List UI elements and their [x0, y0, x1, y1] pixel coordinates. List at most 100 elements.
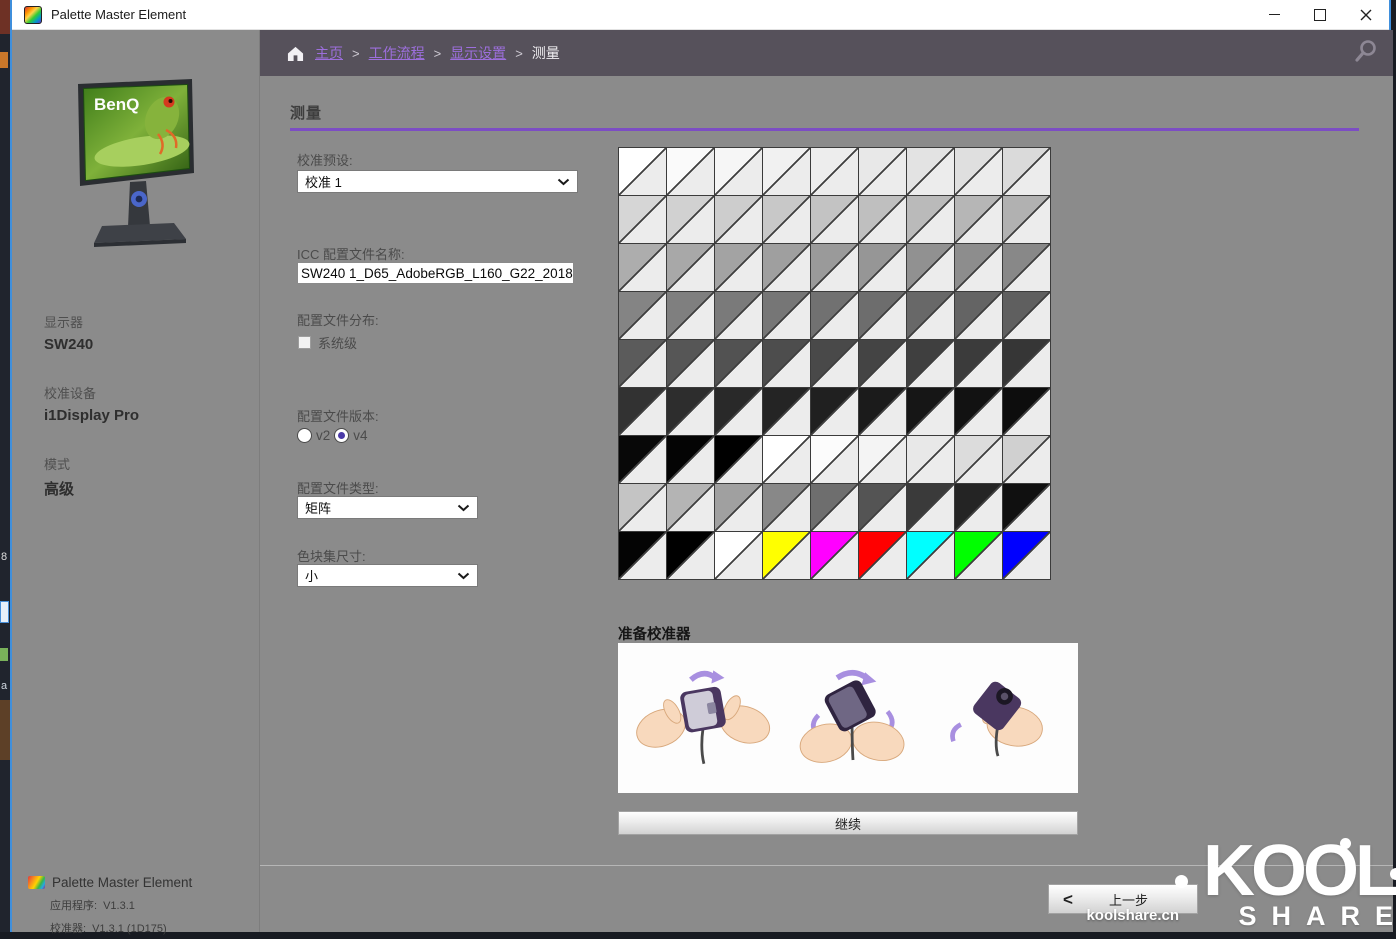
chevron-down-icon [457, 504, 470, 512]
footer-app-name: Palette Master Element [52, 875, 192, 890]
color-patch-39 [715, 340, 762, 387]
color-patch-1 [619, 148, 666, 195]
chevron-down-icon [557, 178, 570, 186]
color-patch-2 [667, 148, 714, 195]
color-patch-46 [619, 388, 666, 435]
color-patch-5 [811, 148, 858, 195]
minimize-button[interactable] [1251, 0, 1297, 29]
type-select[interactable]: 矩阵 [297, 496, 478, 519]
desktop-fragment [0, 52, 8, 68]
breadcrumb-separator: > [434, 46, 442, 61]
radio-group: v2v4 [297, 428, 372, 443]
color-patch-8 [955, 148, 1002, 195]
version-radio-v4[interactable] [334, 428, 349, 443]
desktop-fragment [0, 601, 9, 623]
chevron-down-icon [457, 572, 470, 580]
breadcrumb-separator: > [352, 46, 360, 61]
breadcrumb-link-1[interactable]: 主页 [315, 43, 343, 63]
preset-value: 校准 1 [305, 172, 342, 191]
app-icon [24, 6, 42, 24]
titlebar: Palette Master Element [12, 0, 1389, 30]
page-title: 测量 [290, 102, 322, 123]
color-patch-66 [715, 484, 762, 531]
color-patch-68 [811, 484, 858, 531]
calibrator-illustration-2 [783, 663, 923, 773]
calibrator-version-value: V1.3.1 (1D175) [92, 923, 167, 935]
color-patch-22 [763, 244, 810, 291]
patch-size-value: 小 [305, 566, 318, 585]
color-patch-33 [859, 292, 906, 339]
sidebar-field-value-1: SW240 [44, 336, 139, 353]
breadcrumb-current: 测量 [532, 43, 560, 63]
version-radio-label-v2: v2 [316, 428, 330, 443]
color-patch-12 [715, 196, 762, 243]
color-patch-72 [1003, 484, 1050, 531]
continue-button[interactable]: 继续 [618, 811, 1078, 835]
search-button[interactable] [1353, 38, 1379, 69]
home-icon[interactable] [286, 45, 305, 62]
back-button[interactable]: < 上一步 [1048, 884, 1198, 914]
calibrator-version-row: 校准器:V1.3.1 (1D175) [50, 920, 192, 936]
sidebar-fields: 显示器SW240校准设备i1Display Pro模式高级 [44, 312, 139, 499]
color-patch-63 [1003, 436, 1050, 483]
color-patch-44 [955, 340, 1002, 387]
color-patch-15 [859, 196, 906, 243]
color-patch-55 [619, 436, 666, 483]
monitor-product-image: BenQ [70, 76, 208, 256]
type-label: 配置文件类型: [297, 478, 379, 497]
color-patch-31 [763, 292, 810, 339]
sidebar-field-label-3: 模式 [44, 454, 139, 473]
color-patch-56 [667, 436, 714, 483]
breadcrumb-link-3[interactable]: 显示设置 [450, 43, 506, 63]
desktop-fragment [0, 0, 10, 34]
sidebar-field-value-2: i1Display Pro [44, 407, 139, 424]
preset-select[interactable]: 校准 1 [297, 170, 578, 193]
breadcrumb-link-2[interactable]: 工作流程 [369, 43, 425, 63]
color-patch-61 [907, 436, 954, 483]
color-patch-11 [667, 196, 714, 243]
patch-size-select[interactable]: 小 [297, 564, 478, 587]
color-patch-80 [955, 532, 1002, 579]
color-patch-4 [763, 148, 810, 195]
color-patch-58 [763, 436, 810, 483]
desktop-fragment [0, 648, 8, 661]
preset-label: 校准预设: [297, 150, 353, 169]
footer-divider [260, 865, 1393, 866]
color-patch-67 [763, 484, 810, 531]
window-title: Palette Master Element [51, 7, 186, 22]
maximize-button[interactable] [1297, 0, 1343, 29]
distribution-label: 配置文件分布: [297, 310, 379, 329]
color-patch-17 [955, 196, 1002, 243]
app-version-row: 应用程序:V1.3.1 [50, 897, 192, 913]
color-patch-36 [1003, 292, 1050, 339]
icc-name-input[interactable]: SW240 1_D65_AdobeRGB_L160_G22_2018 [297, 262, 574, 284]
color-patch-70 [907, 484, 954, 531]
system-level-label: 系统级 [318, 333, 357, 352]
back-button-label: 上一步 [1109, 890, 1148, 909]
color-patch-30 [715, 292, 762, 339]
version-radio-v2[interactable] [297, 428, 312, 443]
color-patch-50 [811, 388, 858, 435]
color-patch-16 [907, 196, 954, 243]
color-patch-29 [667, 292, 714, 339]
search-icon [1353, 38, 1379, 64]
title-rule [290, 128, 1359, 131]
color-patch-62 [955, 436, 1002, 483]
color-patch-7 [907, 148, 954, 195]
color-patch-6 [859, 148, 906, 195]
system-level-checkbox[interactable] [298, 336, 311, 349]
close-icon [1360, 9, 1372, 21]
close-button[interactable] [1343, 0, 1389, 29]
color-patch-35 [955, 292, 1002, 339]
color-patch-40 [763, 340, 810, 387]
app-version-value: V1.3.1 [103, 900, 135, 912]
color-patch-57 [715, 436, 762, 483]
patch-size-label: 色块集尺寸: [297, 546, 366, 565]
color-patch-9 [1003, 148, 1050, 195]
color-patch-73 [619, 532, 666, 579]
color-patch-47 [667, 388, 714, 435]
color-patch-45 [1003, 340, 1050, 387]
koolshare-watermark: KOOL SHARE koolshare.cn [1183, 842, 1395, 932]
breadcrumb-items: 主页>工作流程>显示设置>测量 [315, 43, 560, 63]
color-patch-18 [1003, 196, 1050, 243]
